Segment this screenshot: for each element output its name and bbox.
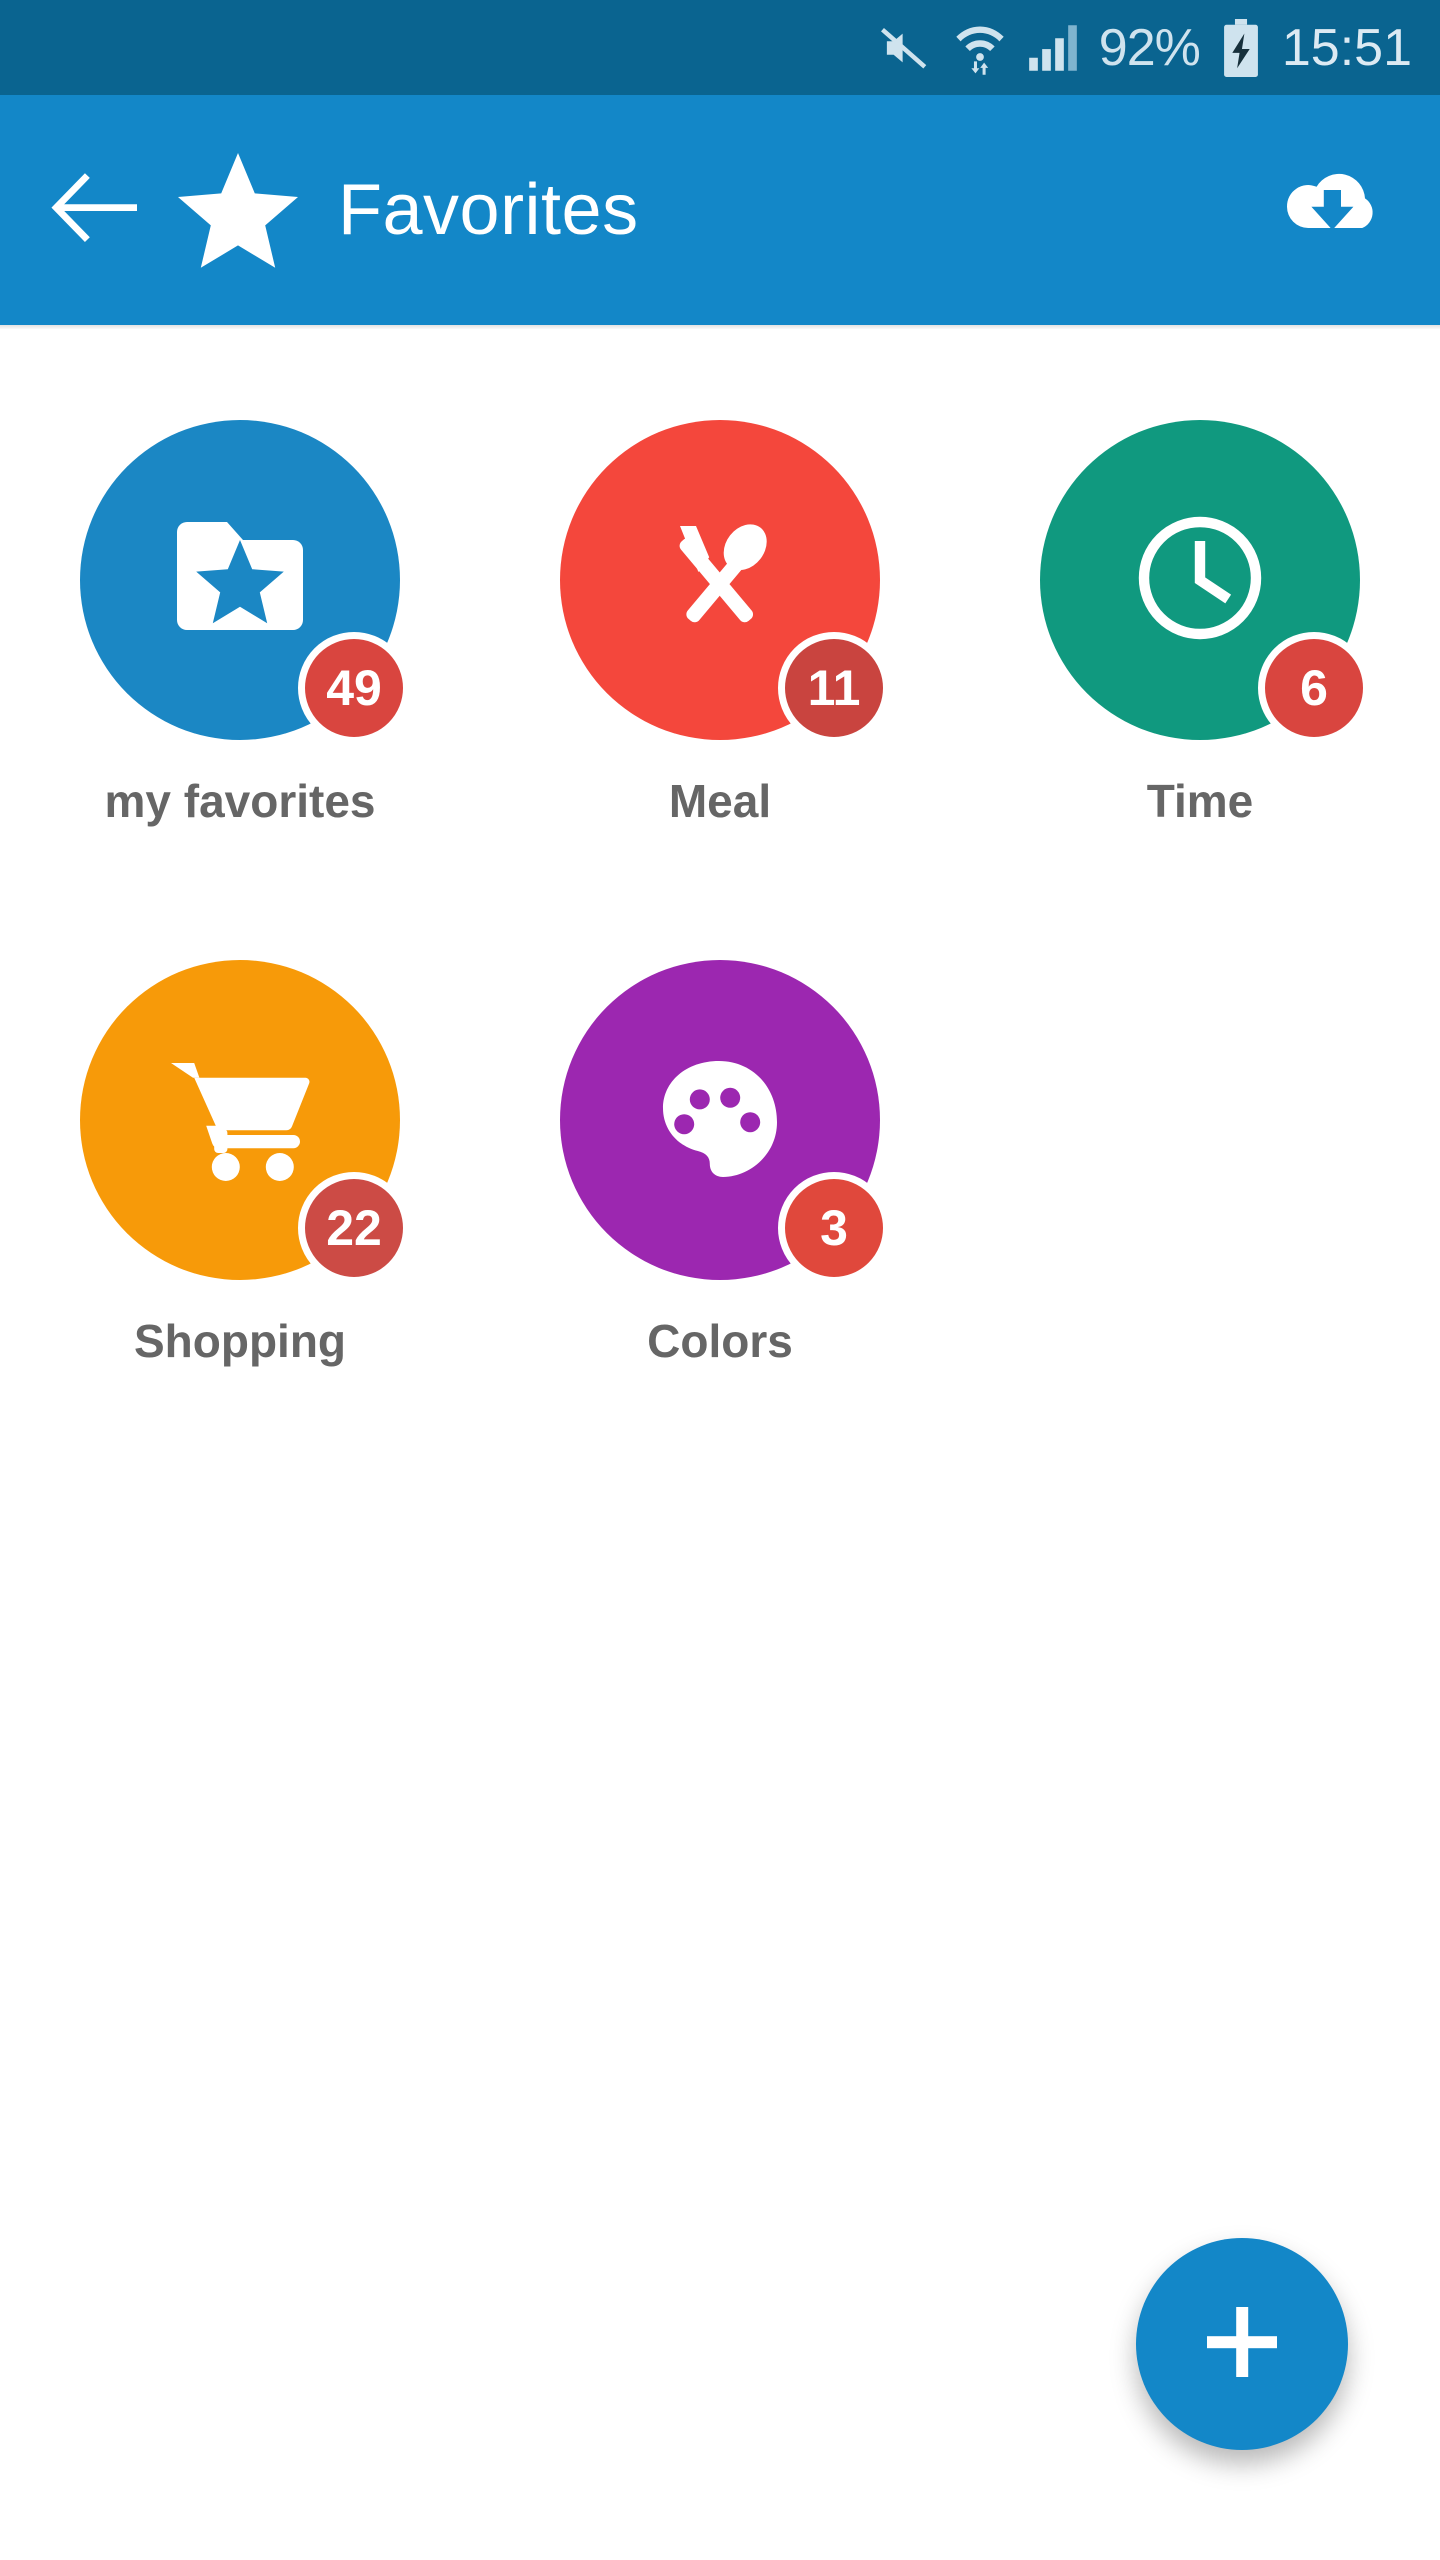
plus-icon [1197,2297,1287,2392]
bubble-wrapper: 49 [80,420,410,744]
cloud-download-icon [1277,164,1387,257]
grid-item-meal[interactable]: 11 Meal [480,380,960,920]
grid-item-label: Shopping [133,1315,347,1367]
palette-icon [657,1055,783,1186]
cutlery-icon [654,512,786,649]
grid-item-shopping[interactable]: 22 Shopping [0,920,480,1460]
folder-star-icon [169,516,311,645]
page-title: Favorites [338,170,639,250]
favorites-grid: 49 my favorites 11 Meal 6 Time 22 Shoppi… [0,380,1440,1460]
grid-item-my-favorites[interactable]: 49 my favorites [0,380,480,920]
grid-item-label: Time [1146,775,1254,827]
app-screen: 92% 15:51 Favorites 49 my favorites 11 M… [0,0,1440,2560]
back-arrow-icon [49,172,141,249]
grid-item-time[interactable]: 6 Time [960,380,1440,920]
status-bar: 92% 15:51 [0,0,1440,95]
grid-item-label: Colors [647,1315,793,1367]
star-icon [174,149,302,271]
badge-count: 22 [298,1172,410,1284]
mute-icon [879,21,933,75]
battery-charging-icon [1220,18,1262,77]
grid-empty-cell [960,920,1440,1460]
status-bar-icons: 92% 15:51 [879,18,1412,77]
bubble-wrapper: 22 [80,960,410,1284]
app-bar: Favorites [0,95,1440,325]
bubble-wrapper: 11 [560,420,890,744]
badge-count: 49 [298,632,410,744]
badge-count: 11 [778,632,890,744]
bubble-wrapper: 6 [1040,420,1370,744]
shopping-cart-icon [165,1053,315,1188]
cloud-download-button[interactable] [1272,150,1392,270]
bubble-wrapper: 3 [560,960,890,1284]
grid-item-label: Meal [668,775,772,827]
badge-count: 3 [778,1172,890,1284]
grid-item-colors[interactable]: 3 Colors [480,920,960,1460]
wifi-transfer-icon [953,20,1007,76]
back-button[interactable] [40,155,150,265]
cellular-signal-icon [1027,23,1079,73]
badge-count: 6 [1258,632,1370,744]
app-bar-shadow [0,325,1440,329]
battery-percent-label: 92% [1098,18,1201,77]
clock-icon [1131,509,1269,652]
app-bar-left: Favorites [0,149,639,271]
grid-item-label: my favorites [104,775,376,827]
add-favorite-fab[interactable] [1136,2238,1348,2450]
clock-label: 15:51 [1281,18,1412,77]
